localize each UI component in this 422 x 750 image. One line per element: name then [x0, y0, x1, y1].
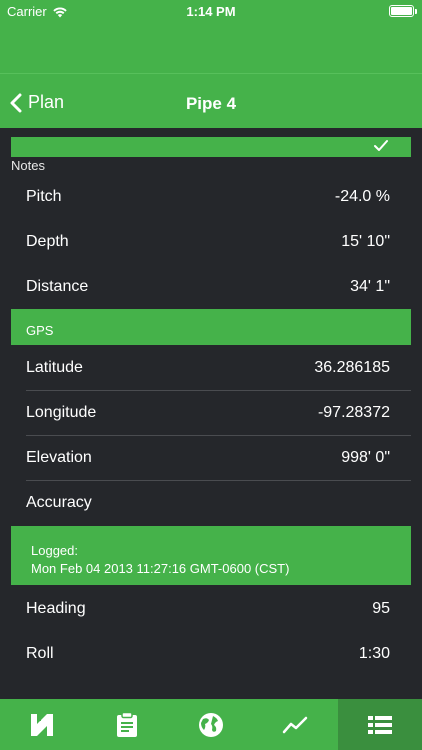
- row-value: 34' 1": [350, 277, 390, 295]
- gps-header-label: GPS: [26, 323, 54, 338]
- gps-section-header: GPS: [11, 309, 411, 345]
- logged-timestamp-box: Logged: Mon Feb 04 2013 11:27:16 GMT-060…: [11, 526, 411, 585]
- status-bar: Carrier 1:14 PM: [0, 0, 422, 22]
- list-icon: [367, 715, 392, 734]
- row-label: Longitude: [26, 403, 97, 421]
- row-label: Elevation: [26, 448, 92, 466]
- row-value: 1:30: [358, 644, 390, 662]
- row-roll[interactable]: Roll 1:30: [11, 631, 411, 676]
- globe-icon: [199, 712, 224, 737]
- row-distance[interactable]: Distance 34' 1": [11, 264, 411, 309]
- row-label: Roll: [26, 644, 54, 662]
- row-label: Distance: [26, 277, 89, 295]
- row-depth[interactable]: Depth 15' 10": [11, 219, 411, 264]
- row-longitude[interactable]: Longitude -97.28372: [11, 390, 411, 435]
- checkmark-icon[interactable]: [373, 139, 389, 153]
- row-label: Pitch: [26, 187, 62, 205]
- clipboard-icon: [116, 711, 137, 737]
- logged-label: Logged:: [31, 543, 78, 558]
- page-title: Pipe 4: [185, 94, 237, 113]
- row-value: 15' 10": [341, 232, 390, 250]
- save-bar[interactable]: [11, 137, 411, 157]
- row-accuracy[interactable]: Accuracy: [11, 480, 411, 525]
- row-elevation[interactable]: Elevation 998' 0": [11, 435, 411, 480]
- row-value: 95: [372, 599, 390, 617]
- detail-list[interactable]: Notes Pitch -24.0 % Depth 15' 10" Distan…: [0, 128, 422, 699]
- row-latitude[interactable]: Latitude 36.286185: [11, 345, 411, 390]
- row-value: 36.286185: [314, 358, 390, 376]
- row-label: Depth: [26, 232, 69, 250]
- tab-list[interactable]: [337, 699, 422, 750]
- status-time: 1:14 PM: [186, 4, 236, 19]
- tab-home[interactable]: [0, 699, 84, 750]
- row-label: Heading: [26, 599, 86, 617]
- tab-chart[interactable]: [253, 699, 337, 750]
- battery-icon: [389, 5, 417, 17]
- row-pitch[interactable]: Pitch -24.0 %: [11, 174, 411, 219]
- row-value: 998' 0": [341, 448, 390, 466]
- row-label: Accuracy: [26, 493, 92, 511]
- notes-label[interactable]: Notes: [11, 158, 45, 173]
- tab-map[interactable]: [169, 699, 253, 750]
- chart-line-icon: [283, 716, 308, 733]
- tab-notes[interactable]: [84, 699, 168, 750]
- header-band: [0, 22, 422, 74]
- row-value: -97.28372: [317, 403, 390, 421]
- navigation-bar: Plan Pipe 4: [0, 74, 422, 128]
- row-label: Latitude: [26, 358, 83, 376]
- logged-value: Mon Feb 04 2013 11:27:16 GMT-0600 (CST): [31, 561, 290, 576]
- logo-icon: [31, 713, 54, 736]
- row-heading[interactable]: Heading 95: [11, 586, 411, 631]
- row-value: -24.0 %: [334, 187, 390, 205]
- tab-bar: [0, 699, 422, 750]
